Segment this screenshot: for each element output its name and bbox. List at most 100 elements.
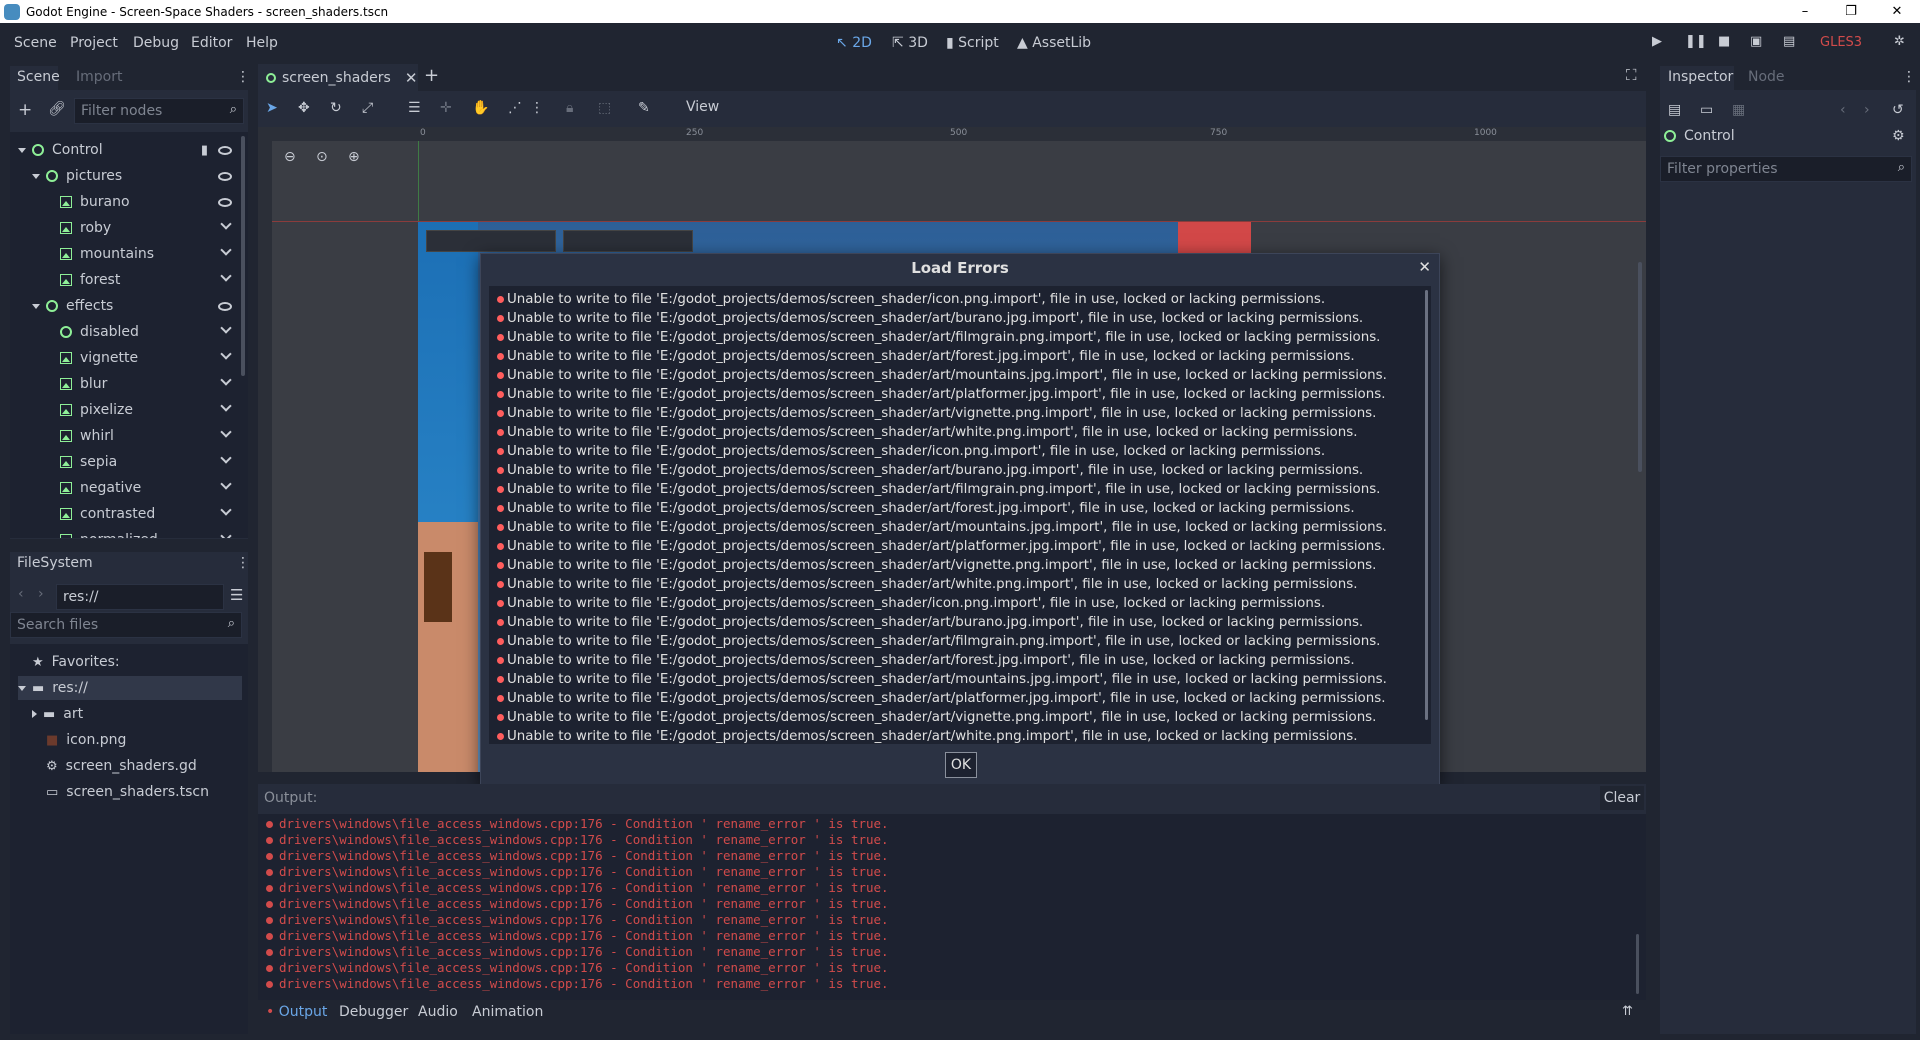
dock-menu-icon[interactable]: ⋮ — [236, 555, 250, 571]
visibility-toggle-icon[interactable] — [220, 478, 232, 490]
new-scene-tab-icon[interactable]: + — [424, 65, 439, 86]
scene-tree-item[interactable]: forest — [46, 268, 232, 292]
menu-scene[interactable]: Scene — [14, 35, 57, 51]
output-scrollbar[interactable] — [1636, 934, 1639, 994]
rotate-mode-icon[interactable]: ↻ — [330, 100, 342, 116]
new-resource-icon[interactable]: ▤ — [1668, 102, 1681, 118]
scene-tree-item[interactable]: whirl — [46, 424, 232, 448]
visibility-toggle-icon[interactable] — [220, 426, 232, 438]
link-icon[interactable]: 🔗︎ — [48, 101, 66, 117]
visibility-toggle-icon[interactable] — [220, 530, 232, 538]
path-field[interactable]: res:// — [56, 584, 224, 610]
scene-tree-item[interactable]: disabled — [46, 320, 232, 344]
scene-tree-item[interactable]: pixelize — [46, 398, 232, 422]
add-node-icon[interactable]: + — [18, 100, 32, 120]
visibility-toggle-icon[interactable] — [220, 452, 232, 464]
history-forward-icon[interactable]: › — [1864, 102, 1870, 118]
tab-animation[interactable]: Animation — [472, 1004, 543, 1020]
history-back-icon[interactable]: ‹ — [1840, 102, 1846, 118]
tab-audio[interactable]: Audio — [418, 1004, 458, 1020]
mode-script-button[interactable]: ▮ Script — [946, 35, 999, 51]
dock-menu-icon[interactable]: ⋮ — [236, 69, 250, 85]
lock-icon[interactable]: 🔒︎ — [566, 100, 573, 116]
play-custom-scene-icon[interactable]: ▤ — [1783, 34, 1795, 49]
scene-tree-item[interactable]: burano — [46, 190, 232, 214]
object-properties-icon[interactable]: ⚙ — [1892, 128, 1905, 144]
renderer-select[interactable]: GLES3 — [1820, 35, 1862, 50]
visibility-toggle-icon[interactable] — [220, 270, 232, 282]
scene-tree-item[interactable]: Control ▮ — [18, 138, 232, 162]
pause-icon[interactable]: ❚❚ — [1685, 34, 1707, 49]
visibility-toggle-icon[interactable] — [220, 218, 232, 230]
scene-tree-item[interactable]: mountains — [46, 242, 232, 266]
scene-tab-screen-shaders[interactable]: screen_shaders ✕ — [258, 64, 418, 91]
expand-arrow-icon[interactable] — [18, 147, 26, 153]
play-icon[interactable]: ▶ — [1652, 34, 1662, 49]
snap-options-icon[interactable]: ⋮ — [530, 100, 544, 116]
nav-forward-icon[interactable]: › — [38, 586, 44, 602]
tab-scene[interactable]: Scene — [10, 66, 60, 90]
visibility-toggle-icon[interactable] — [220, 322, 232, 334]
tab-import[interactable]: Import — [76, 69, 122, 85]
ok-button[interactable]: OK — [945, 752, 977, 778]
file-tree-item[interactable]: ⚙ screen_shaders.gd — [32, 754, 242, 778]
file-tree-item[interactable]: ▭ screen_shaders.tscn — [32, 780, 242, 804]
visibility-eye-icon[interactable] — [218, 197, 232, 207]
move-mode-icon[interactable]: ✥ — [298, 100, 310, 116]
scene-tree-item[interactable]: pictures — [32, 164, 232, 188]
list-select-icon[interactable]: ☰ — [408, 100, 421, 116]
maximize-button[interactable]: ❐ — [1828, 0, 1874, 23]
play-scene-icon[interactable]: ▣ — [1750, 34, 1762, 49]
scene-tree-item[interactable]: effects — [32, 294, 232, 318]
mode-3d-button[interactable]: ⇱ 3D — [892, 35, 928, 51]
stop-icon[interactable]: ■ — [1718, 34, 1730, 49]
file-tree-item[interactable]: ■ icon.png — [32, 728, 242, 752]
dock-menu-icon[interactable]: ⋮ — [1902, 69, 1916, 85]
bone-icon[interactable]: ✎ — [638, 100, 650, 116]
expand-arrow-icon[interactable] — [32, 173, 40, 179]
select-mode-icon[interactable]: ➤ — [266, 100, 278, 116]
expand-arrow-icon[interactable] — [18, 685, 26, 691]
expand-panel-icon[interactable]: ⇈ — [1622, 1004, 1633, 1019]
expand-arrow-icon[interactable] — [32, 303, 40, 309]
tab-inspector[interactable]: Inspector — [1660, 66, 1734, 90]
tab-output[interactable]: • Output — [266, 1004, 327, 1020]
distraction-free-icon[interactable]: ⛶ — [1626, 66, 1637, 84]
minimize-button[interactable]: – — [1782, 0, 1828, 23]
search-files-input[interactable]: Search files ⌕ — [10, 612, 242, 638]
visibility-eye-icon[interactable] — [218, 171, 232, 181]
filter-properties-input[interactable]: Filter properties ⌕ — [1660, 156, 1912, 182]
visibility-eye-icon[interactable] — [218, 145, 232, 155]
clear-button[interactable]: Clear — [1600, 786, 1644, 810]
dialog-close-icon[interactable]: ✕ — [1418, 258, 1431, 276]
inspected-object[interactable]: Control — [1664, 128, 1735, 144]
visibility-toggle-icon[interactable] — [220, 244, 232, 256]
script-icon[interactable]: ▮ — [201, 143, 208, 158]
scene-tree-item[interactable]: normalized — [46, 528, 232, 538]
menu-help[interactable]: Help — [246, 35, 278, 51]
close-tab-icon[interactable]: ✕ — [405, 69, 418, 87]
scene-tree-item[interactable]: blur — [46, 372, 232, 396]
scale-mode-icon[interactable]: ⤢ — [362, 100, 373, 116]
visibility-toggle-icon[interactable] — [220, 374, 232, 386]
expand-arrow-icon[interactable] — [32, 710, 37, 718]
visibility-toggle-icon[interactable] — [220, 504, 232, 516]
history-icon[interactable]: ↺ — [1892, 102, 1904, 118]
tab-debugger[interactable]: Debugger — [339, 1004, 408, 1020]
menu-editor[interactable]: Editor — [191, 35, 232, 51]
menu-debug[interactable]: Debug — [133, 35, 179, 51]
visibility-toggle-icon[interactable] — [220, 400, 232, 412]
pan-icon[interactable]: ✋ — [472, 100, 489, 116]
open-resource-icon[interactable]: ▭ — [1700, 102, 1713, 118]
zoom-in-icon[interactable]: ⊕ — [348, 149, 360, 165]
mode-2d-button[interactable]: ↖ 2D — [836, 35, 872, 51]
visibility-toggle-icon[interactable] — [220, 348, 232, 360]
scene-tree-item[interactable]: vignette — [46, 346, 232, 370]
filter-nodes-input[interactable]: Filter nodes ⌕ — [74, 98, 244, 124]
file-tree-item[interactable]: ★ Favorites: — [18, 650, 242, 674]
close-window-button[interactable]: ✕ — [1874, 0, 1920, 23]
file-tree-item[interactable]: ▬ res:// — [18, 676, 242, 700]
file-tree-item[interactable]: ▬ art — [32, 702, 242, 726]
scene-tree-item[interactable]: sepia — [46, 450, 232, 474]
view-menu[interactable]: View — [686, 99, 719, 115]
